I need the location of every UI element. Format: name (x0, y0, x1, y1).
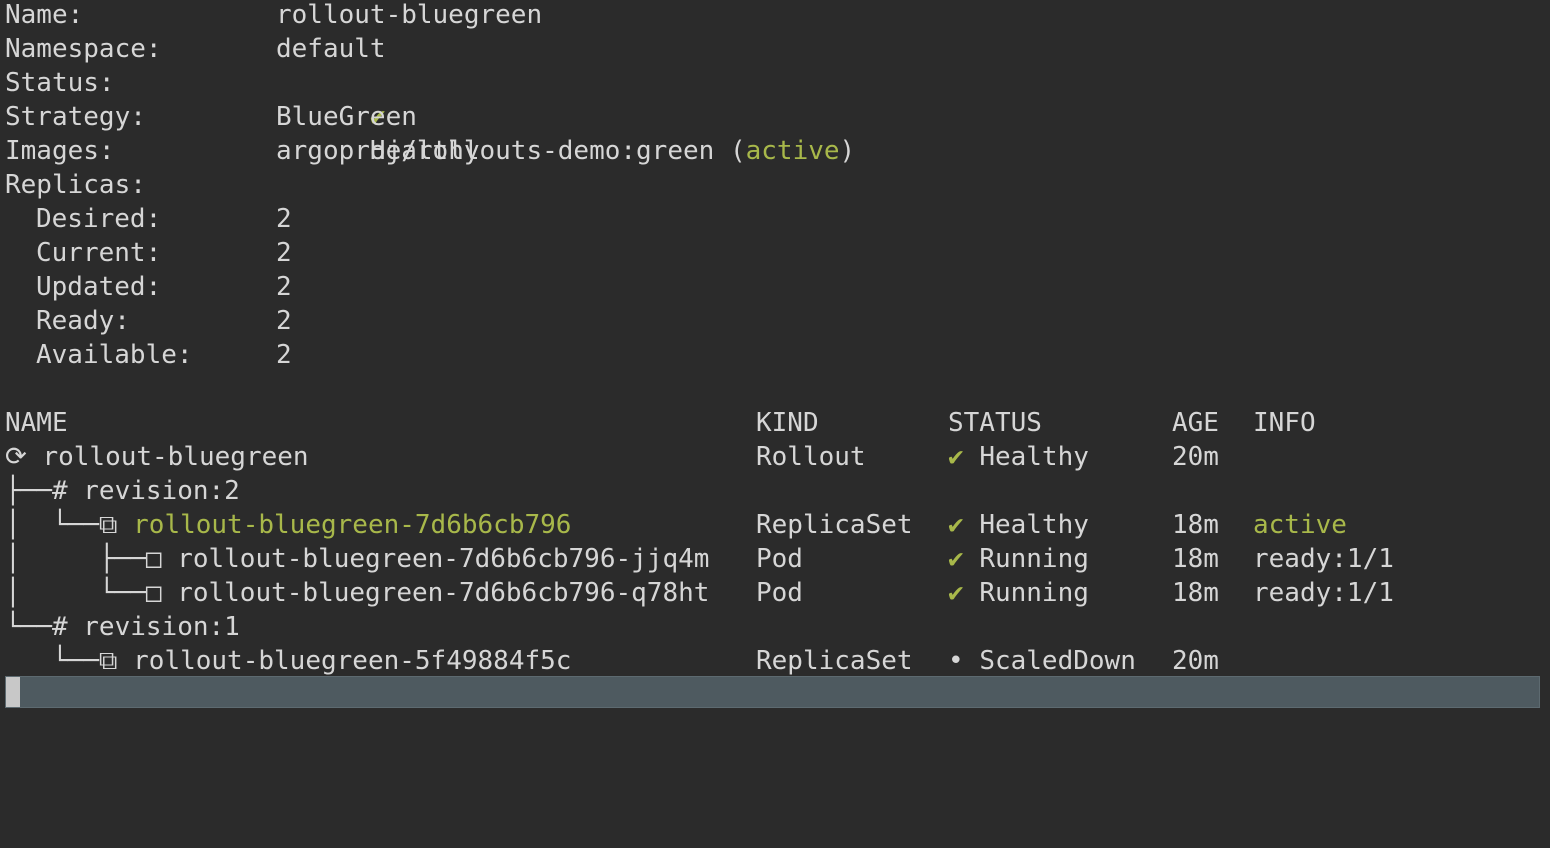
pod-icon: │ ├──□ (5, 544, 178, 574)
rollout-refresh-icon: ⟳ (5, 442, 43, 472)
images-label: Images: (5, 136, 115, 166)
images-active-tag: active (745, 136, 840, 166)
table-row: │ ├──□ rollout-bluegreen-7d6b6cb796-jjq4… (5, 542, 1394, 576)
row-name: revision:1 (83, 612, 240, 642)
bullet-icon: • (948, 646, 964, 676)
row-kind: Pod (756, 578, 803, 608)
strategy-value: BlueGreen (276, 102, 417, 132)
replicas-label: Replicas: (5, 170, 146, 200)
row-status: Healthy (979, 442, 1089, 472)
table-row: │ └──□ rollout-bluegreen-7d6b6cb796-q78h… (5, 576, 1394, 610)
check-icon: ✔ (948, 578, 964, 608)
name-label: Name: (5, 0, 84, 30)
available-label: Available: (36, 340, 193, 370)
replicas-current-row: Current: 2 (5, 236, 292, 270)
available-value: 2 (276, 340, 292, 370)
desired-value: 2 (276, 204, 292, 234)
table-row: ⟳ rollout-bluegreen Rollout ✔ Healthy 20… (5, 440, 1219, 474)
row-info: ready:1/1 (1253, 544, 1394, 574)
tree-branch-revision-icon: ├──# (5, 476, 84, 506)
header-kind: KIND (756, 408, 819, 438)
row-age: 18m (1172, 544, 1219, 574)
desired-label: Desired: (36, 204, 162, 234)
ready-label: Ready: (36, 306, 130, 336)
check-icon: ✔ (948, 510, 964, 540)
pod-icon: │ └──□ (5, 578, 178, 608)
status-label: Status: (5, 68, 115, 98)
replicas-available-row: Available: 2 (5, 338, 292, 372)
row-name: rollout-bluegreen-7d6b6cb796 (133, 510, 572, 540)
row-age: 18m (1172, 578, 1219, 608)
row-name: rollout-bluegreen-7d6b6cb796-q78ht (177, 578, 710, 608)
namespace-value: default (276, 34, 386, 64)
replicas-desired-row: Desired: 2 (5, 202, 292, 236)
row-name: rollout-bluegreen-5f49884f5c (133, 646, 572, 676)
row-status: Running (979, 578, 1089, 608)
name-value: rollout-bluegreen (276, 0, 543, 30)
table-row: └──⧉ rollout-bluegreen-5f49884f5c Replic… (5, 644, 1219, 678)
row-status: Healthy (979, 510, 1089, 540)
current-value: 2 (276, 238, 292, 268)
summary-images-row: Images: argoproj/rollouts-demo:green (ac… (5, 134, 855, 168)
current-label: Current: (36, 238, 162, 268)
summary-status-row: Status: ✔ Healthy (5, 66, 480, 166)
summary-name-row: Name: rollout-bluegreen (5, 0, 542, 32)
updated-value: 2 (276, 272, 292, 302)
row-name: revision:2 (83, 476, 240, 506)
ready-value: 2 (276, 306, 292, 336)
replicaset-icon: └──⧉ (5, 646, 134, 676)
row-status: ScaledDown (979, 646, 1136, 676)
row-status: Running (979, 544, 1089, 574)
summary-replicas-row: Replicas: (5, 168, 146, 202)
table-row: ├──# revision:2 (5, 474, 240, 508)
terminal-cursor (6, 677, 20, 707)
replicas-updated-row: Updated: 2 (5, 270, 292, 304)
row-info: active (1253, 510, 1347, 540)
updated-label: Updated: (36, 272, 162, 302)
images-value: argoproj/rollouts-demo:green ( (276, 136, 746, 166)
row-name: rollout-bluegreen (42, 442, 309, 472)
replicaset-icon: │ └──⧉ (5, 510, 134, 540)
row-kind: Pod (756, 544, 803, 574)
row-name: rollout-bluegreen-7d6b6cb796-jjq4m (177, 544, 710, 574)
summary-namespace-row: Namespace: default (5, 32, 386, 66)
header-name: NAME (5, 408, 68, 438)
terminal-status-bar[interactable] (5, 676, 1540, 708)
strategy-label: Strategy: (5, 102, 146, 132)
row-age: 18m (1172, 510, 1219, 540)
table-row: │ └──⧉ rollout-bluegreen-7d6b6cb796 Repl… (5, 508, 1347, 542)
row-info: ready:1/1 (1253, 578, 1394, 608)
terminal-window: Name: rollout-bluegreen Namespace: defau… (0, 0, 1550, 726)
row-kind: ReplicaSet (756, 646, 913, 676)
summary-strategy-row: Strategy: BlueGreen (5, 100, 417, 134)
table-row: └──# revision:1 (5, 610, 240, 644)
namespace-label: Namespace: (5, 34, 162, 64)
row-age: 20m (1172, 646, 1219, 676)
row-kind: Rollout (756, 442, 866, 472)
header-age: AGE (1172, 408, 1219, 438)
header-info: INFO (1253, 408, 1316, 438)
check-icon: ✔ (948, 544, 964, 574)
header-status: STATUS (948, 408, 1042, 438)
check-icon: ✔ (948, 442, 964, 472)
row-kind: ReplicaSet (756, 510, 913, 540)
row-age: 20m (1172, 442, 1219, 472)
images-close-paren: ) (839, 136, 856, 166)
table-header: NAME KIND STATUS AGE INFO (5, 406, 1316, 440)
tree-branch-revision-icon: └──# (5, 612, 84, 642)
replicas-ready-row: Ready: 2 (5, 304, 292, 338)
